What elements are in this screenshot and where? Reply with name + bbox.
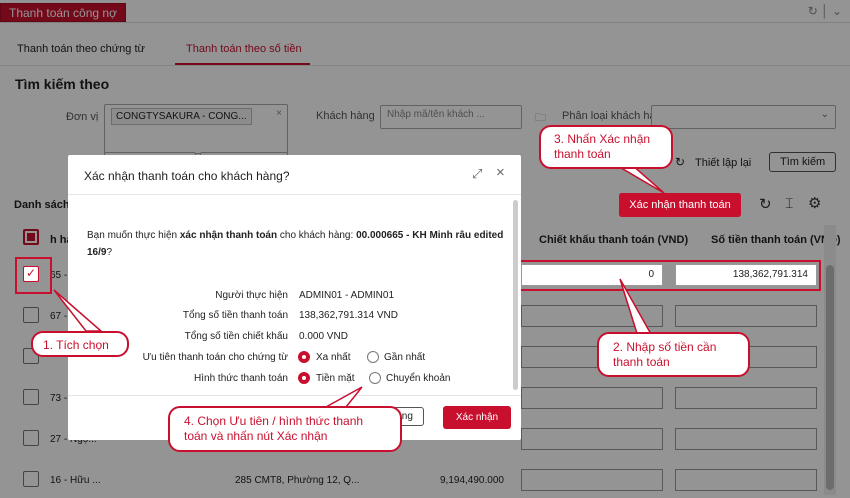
total-discount-value: 0.000 VND bbox=[299, 331, 348, 342]
priority-farthest-radio[interactable] bbox=[298, 351, 310, 363]
priority-farthest-label[interactable]: Xa nhất bbox=[316, 352, 350, 363]
callout-step-3: 3. Nhấn Xác nhận thanh toán bbox=[539, 125, 673, 169]
callout-step-2: 2. Nhập số tiền cần thanh toán bbox=[597, 332, 750, 377]
highlight-frame-amount bbox=[518, 260, 821, 291]
executor-value: ADMIN01 - ADMIN01 bbox=[299, 290, 395, 301]
message-action: xác nhận thanh toán bbox=[179, 230, 278, 241]
dialog-scrollbar[interactable] bbox=[513, 200, 518, 390]
message-text: cho khách hàng: bbox=[277, 230, 357, 241]
close-icon[interactable]: × bbox=[496, 164, 505, 181]
message-text: Bạn muốn thực hiện bbox=[87, 230, 180, 241]
total-payment-value: 138,362,791.314 VND bbox=[299, 310, 398, 321]
method-label: Hình thức thanh toán bbox=[194, 373, 288, 384]
executor-label: Người thực hiện bbox=[215, 290, 288, 301]
confirm-payment-button-highlight[interactable]: Xác nhận thanh toán bbox=[619, 193, 741, 217]
confirm-dialog: Xác nhận thanh toán cho khách hàng? ⤢ × … bbox=[68, 155, 521, 440]
confirm-button[interactable]: Xác nhận bbox=[443, 406, 511, 429]
method-cash-label[interactable]: Tiền mặt bbox=[316, 373, 355, 384]
priority-nearest-radio[interactable] bbox=[367, 351, 379, 363]
expand-icon[interactable]: ⤢ bbox=[472, 166, 482, 182]
message-text: ? bbox=[106, 247, 113, 258]
callout-step-1: 1. Tích chọn bbox=[31, 331, 129, 357]
dialog-header: Xác nhận thanh toán cho khách hàng? ⤢ × bbox=[68, 155, 521, 195]
priority-nearest-label[interactable]: Gần nhất bbox=[384, 352, 425, 363]
highlight-frame-checkbox bbox=[15, 257, 52, 294]
total-payment-label: Tổng số tiền thanh toán bbox=[182, 310, 288, 321]
method-transfer-radio[interactable] bbox=[369, 372, 381, 384]
method-cash-radio[interactable] bbox=[298, 372, 310, 384]
method-transfer-label[interactable]: Chuyển khoản bbox=[386, 373, 451, 384]
dialog-title: Xác nhận thanh toán cho khách hàng? bbox=[84, 169, 290, 183]
callout-step-4: 4. Chọn Ưu tiên / hình thức thanh toán v… bbox=[168, 406, 402, 452]
dialog-message: Bạn muốn thực hiện xác nhận thanh toán c… bbox=[87, 227, 507, 261]
